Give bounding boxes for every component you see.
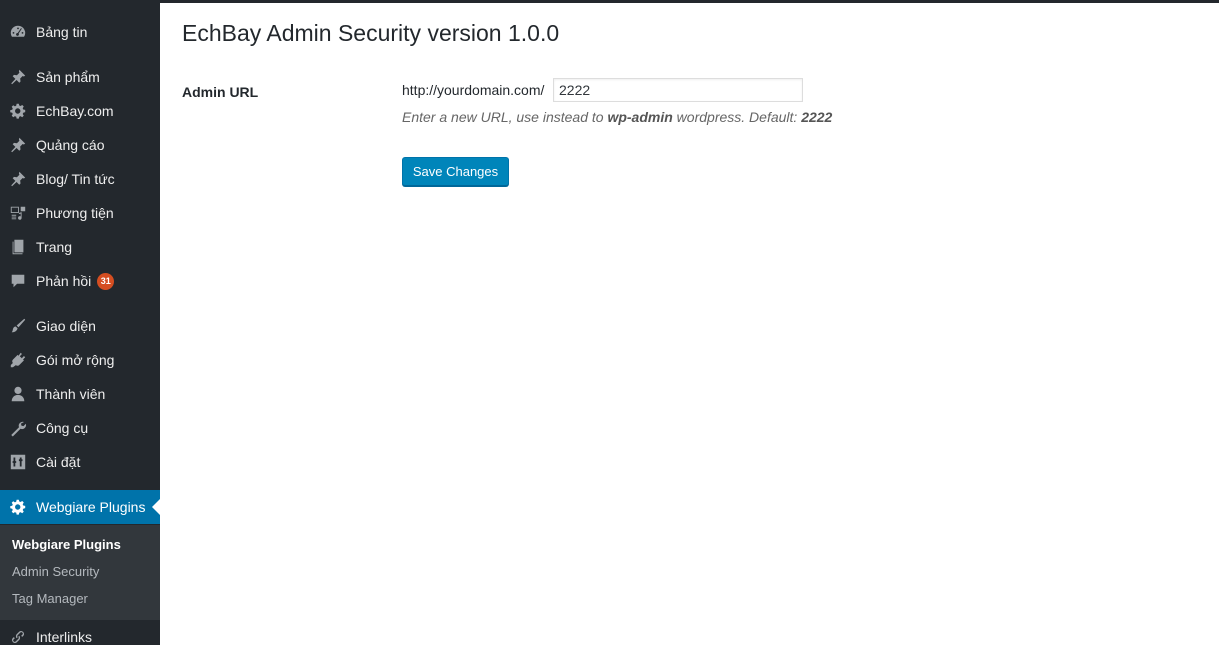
sidebar-item-label: Công cụ bbox=[36, 420, 89, 436]
sidebar-item-users[interactable]: Thành viên bbox=[0, 377, 160, 411]
sidebar-item-label: Quảng cáo bbox=[36, 137, 105, 153]
user-icon bbox=[8, 384, 28, 404]
pin-icon bbox=[8, 67, 28, 87]
pages-icon bbox=[8, 237, 28, 257]
sidebar-item-webgiare-plugins[interactable]: Webgiare Plugins bbox=[0, 490, 160, 524]
sidebar-item-label: Giao diện bbox=[36, 318, 96, 334]
admin-top-bar bbox=[0, 0, 1219, 3]
sidebar-item-label: Trang bbox=[36, 239, 73, 255]
sidebar-item-tools[interactable]: Công cụ bbox=[0, 411, 160, 445]
sidebar-item-label: Phản hồi bbox=[36, 273, 92, 289]
sidebar-item-label: Bảng tin bbox=[36, 24, 88, 40]
sidebar-item-label: Gói mở rộng bbox=[36, 352, 115, 368]
webgiare-submenu: Webgiare Plugins Admin Security Tag Mana… bbox=[0, 525, 160, 620]
submenu-item-admin-security[interactable]: Admin Security bbox=[12, 564, 99, 579]
sidebar-item-dashboard[interactable]: Bảng tin bbox=[0, 15, 160, 49]
page-title: EchBay Admin Security version 1.0.0 bbox=[182, 20, 560, 46]
sidebar-item-products[interactable]: Sản phẩm bbox=[0, 60, 160, 94]
pin-icon bbox=[8, 169, 28, 189]
sidebar-item-label: Phương tiện bbox=[36, 205, 114, 221]
comment-icon bbox=[8, 271, 28, 291]
description-text: wordpress. Default: bbox=[672, 109, 802, 125]
brush-icon bbox=[8, 316, 28, 336]
media-icon bbox=[8, 203, 28, 223]
link-icon bbox=[8, 627, 28, 645]
sidebar-item-label: EchBay.com bbox=[36, 103, 114, 119]
sidebar-item-echbay[interactable]: EchBay.com bbox=[0, 94, 160, 128]
sidebar-item-interlinks[interactable]: Interlinks bbox=[0, 620, 160, 645]
admin-url-description: Enter a new URL, use instead to wp-admin… bbox=[402, 109, 832, 125]
description-wp-admin: wp-admin bbox=[607, 109, 673, 125]
dashboard-icon bbox=[8, 22, 28, 42]
sidebar-item-plugins[interactable]: Gói mở rộng bbox=[0, 343, 160, 377]
sidebar-item-label: Webgiare Plugins bbox=[36, 499, 146, 515]
pin-icon bbox=[8, 135, 28, 155]
settings-icon bbox=[8, 452, 28, 472]
sidebar-item-comments[interactable]: Phản hồi 31 bbox=[0, 264, 160, 298]
sidebar-item-label: Cài đặt bbox=[36, 454, 81, 470]
submenu-item-webgiare-plugins[interactable]: Webgiare Plugins bbox=[12, 537, 121, 552]
sidebar-item-label: Blog/ Tin tức bbox=[36, 171, 115, 187]
active-menu-arrow bbox=[152, 499, 160, 515]
comment-count-badge: 31 bbox=[97, 272, 115, 290]
sidebar-item-blog[interactable]: Blog/ Tin tức bbox=[0, 162, 160, 196]
sidebar-item-media[interactable]: Phương tiện bbox=[0, 196, 160, 230]
admin-url-label: Admin URL bbox=[182, 84, 259, 100]
sidebar-item-label: Interlinks bbox=[36, 629, 93, 645]
description-default-value: 2222 bbox=[801, 109, 833, 125]
admin-url-input[interactable] bbox=[553, 78, 803, 102]
sidebar-item-appearance[interactable]: Giao diện bbox=[0, 309, 160, 343]
plugin-icon bbox=[8, 350, 28, 370]
submenu-item-tag-manager[interactable]: Tag Manager bbox=[12, 591, 88, 606]
sidebar-item-label: Thành viên bbox=[36, 386, 106, 402]
sidebar-item-settings[interactable]: Cài đặt bbox=[0, 445, 160, 479]
url-prefix-text: http://yourdomain.com/ bbox=[402, 82, 545, 98]
description-text: Enter a new URL, use instead to bbox=[402, 109, 608, 125]
gear-icon bbox=[8, 497, 28, 517]
sidebar-item-pages[interactable]: Trang bbox=[0, 230, 160, 264]
wrench-icon bbox=[8, 418, 28, 438]
admin-sidebar: Bảng tin Sản phẩm EchBay.com Quảng cáo B… bbox=[0, 0, 160, 645]
save-changes-button[interactable]: Save Changes bbox=[402, 157, 509, 186]
sidebar-item-ads[interactable]: Quảng cáo bbox=[0, 128, 160, 162]
gear-icon bbox=[8, 101, 28, 121]
sidebar-item-label: Sản phẩm bbox=[36, 69, 100, 85]
